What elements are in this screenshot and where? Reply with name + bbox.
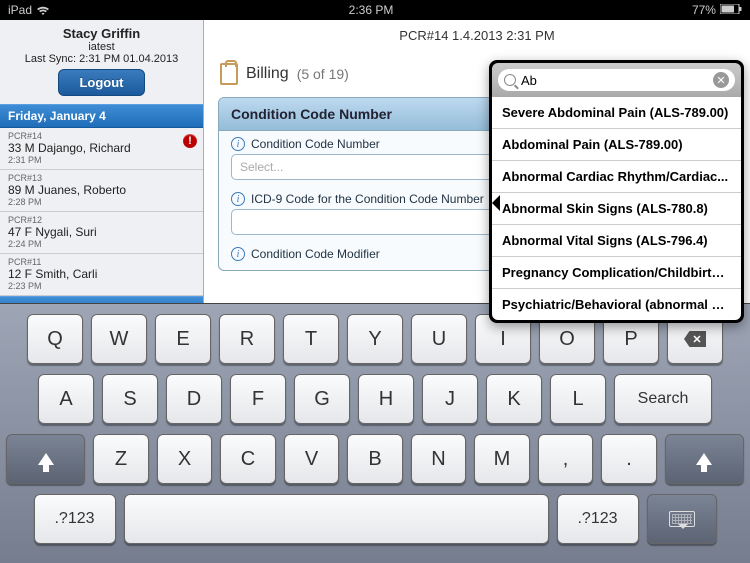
key-numbers-right[interactable]: .?123 [557,494,639,544]
key-space[interactable] [124,494,549,544]
user-info: Stacy Griffin iatest Last Sync: 2:31 PM … [0,20,203,104]
record-item[interactable]: PCR#14 33 M Dajango, Richard 2:31 PM [0,128,203,170]
search-icon [504,74,516,86]
suggestion-item[interactable]: Abdominal Pain (ALS-789.00) [492,129,741,161]
key-f[interactable]: F [230,374,286,424]
suggestion-item[interactable]: Abnormal Cardiac Rhythm/Cardiac... [492,161,741,193]
suggestion-item[interactable]: Pregnancy Complication/Childbirth/L... [492,257,741,289]
key-j[interactable]: J [422,374,478,424]
main-panel: PCR#14 1.4.2013 2:31 PM Billing (5 of 19… [204,20,750,303]
clock: 2:36 PM [349,3,394,17]
key-comma[interactable]: , [538,434,594,484]
key-d[interactable]: D [166,374,222,424]
key-s[interactable]: S [102,374,158,424]
key-w[interactable]: W [91,314,147,364]
key-g[interactable]: G [294,374,350,424]
date-header-1: Friday, January 4 [0,104,203,128]
key-t[interactable]: T [283,314,339,364]
clipboard-icon [220,63,238,85]
logout-button[interactable]: Logout [58,69,144,96]
key-y[interactable]: Y [347,314,403,364]
key-c[interactable]: C [220,434,276,484]
suggestion-item[interactable]: Psychiatric/Behavioral (abnormal me... [492,289,741,320]
last-sync: Last Sync: 2:31 PM 01.04.2013 [8,53,195,65]
record-item[interactable]: PCR#13 89 M Juanes, Roberto 2:28 PM [0,170,203,212]
suggestion-item[interactable]: Abnormal Vital Signs (ALS-796.4) [492,225,741,257]
battery-icon [720,3,742,17]
key-b[interactable]: B [347,434,403,484]
section-title: Billing [246,65,289,83]
key-search[interactable]: Search [614,374,712,424]
keyboard: Q W E R T Y U I O P ✕ A S D F G H J K L … [0,303,750,563]
key-shift-right[interactable] [665,434,744,484]
hide-keyboard-icon [669,511,695,527]
shift-icon [696,453,712,465]
key-numbers-left[interactable]: .?123 [34,494,116,544]
search-input[interactable] [521,73,708,88]
device-label: iPad [8,3,32,17]
key-u[interactable]: U [411,314,467,364]
section-count: (5 of 19) [297,66,349,82]
sidebar: Stacy Griffin iatest Last Sync: 2:31 PM … [0,20,204,303]
key-h[interactable]: H [358,374,414,424]
key-n[interactable]: N [411,434,467,484]
info-icon[interactable]: i [231,137,245,151]
info-icon[interactable]: i [231,192,245,206]
record-item[interactable]: PCR#11 12 F Smith, Carli 2:23 PM [0,254,203,296]
battery-label: 77% [692,3,716,17]
key-period[interactable]: . [601,434,657,484]
backspace-icon: ✕ [684,331,706,347]
suggestion-item[interactable]: Severe Abdominal Pain (ALS-789.00) [492,97,741,129]
key-shift-left[interactable] [6,434,85,484]
shift-icon [38,453,54,465]
user-name: Stacy Griffin [8,26,195,41]
suggestion-item[interactable]: Abnormal Skin Signs (ALS-780.8) [492,193,741,225]
key-hide-keyboard[interactable] [647,494,717,544]
record-item[interactable]: PCR#12 47 F Nygali, Suri 2:24 PM [0,212,203,254]
breadcrumb: PCR#14 1.4.2013 2:31 PM [204,20,750,51]
key-l[interactable]: L [550,374,606,424]
wifi-icon [36,5,50,15]
status-bar: iPad 2:36 PM 77% [0,0,750,20]
search-popover: ✕ Severe Abdominal Pain (ALS-789.00) Abd… [489,60,744,323]
user-sub: iatest [8,41,195,53]
key-m[interactable]: M [474,434,530,484]
key-v[interactable]: V [284,434,340,484]
key-e[interactable]: E [155,314,211,364]
key-a[interactable]: A [38,374,94,424]
info-icon[interactable]: i [231,247,245,261]
key-z[interactable]: Z [93,434,149,484]
search-field[interactable]: ✕ [498,69,735,91]
key-q[interactable]: Q [27,314,83,364]
suggestions-list: Severe Abdominal Pain (ALS-789.00) Abdom… [492,97,741,320]
key-r[interactable]: R [219,314,275,364]
key-x[interactable]: X [157,434,213,484]
key-k[interactable]: K [486,374,542,424]
clear-icon[interactable]: ✕ [713,72,729,88]
